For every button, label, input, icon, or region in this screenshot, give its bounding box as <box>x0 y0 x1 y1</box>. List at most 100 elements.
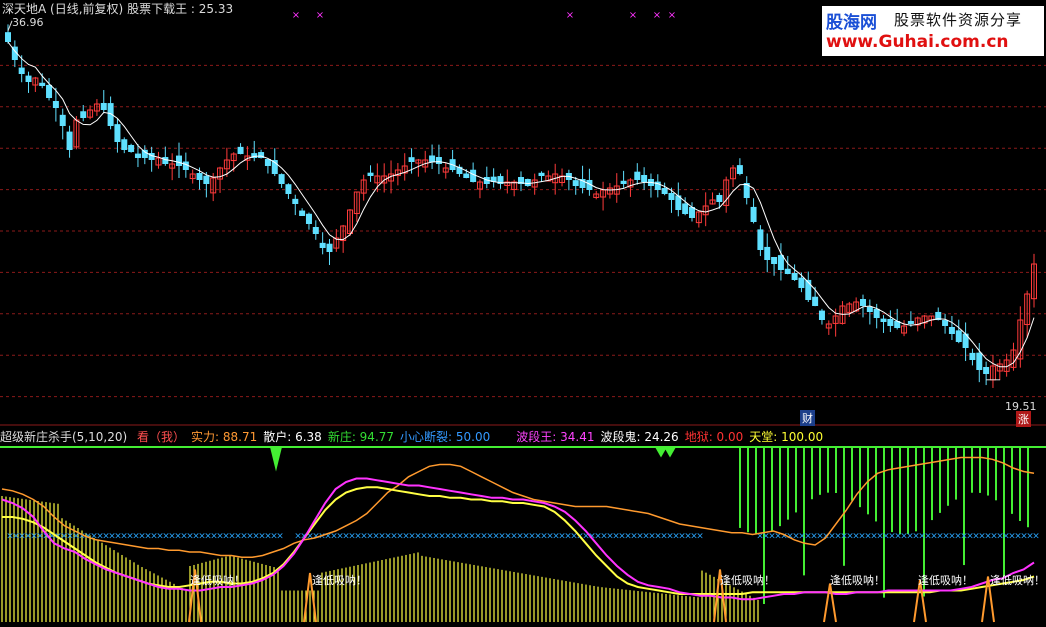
candle <box>989 354 996 388</box>
candle <box>360 174 367 201</box>
candle-body <box>5 32 11 42</box>
candle <box>476 179 483 199</box>
candle-body <box>367 172 374 176</box>
top-x-marker: × <box>629 10 637 21</box>
candle <box>764 233 771 273</box>
candle-body <box>757 229 764 250</box>
signal-label: 逢低吸呐！ <box>830 574 885 587</box>
stock-name: 深天地A <box>2 2 47 16</box>
top-x-marker: × <box>316 10 324 21</box>
candle <box>374 163 381 193</box>
candle-body <box>196 173 203 180</box>
candle-body <box>326 243 333 252</box>
candle-body <box>983 367 990 374</box>
finance-badge[interactable]: 财 <box>800 410 815 426</box>
chart-canvas: × × × × × × ×××××××××××××××××××××××××××××××××… <box>0 10 1046 623</box>
signal-label: 逢低吸呐！ <box>312 574 367 587</box>
candle <box>59 108 66 140</box>
indicator-value-item: 散户: 6.38 <box>263 430 322 444</box>
candle-body <box>59 114 66 126</box>
candle <box>695 211 702 228</box>
signal-label: 逢低吸呐！ <box>990 574 1045 587</box>
candle-body <box>661 188 668 194</box>
candle <box>483 166 490 189</box>
indicator-value-item: 波段王: 34.41 <box>516 430 595 444</box>
indicator-value-item: 地狱: 0.00 <box>684 430 744 444</box>
candle <box>217 166 224 193</box>
rise-badge[interactable]: 涨 <box>1016 411 1031 427</box>
candle <box>846 301 853 318</box>
logo-tagline: 股票软件资源分享 <box>894 11 1023 29</box>
candle <box>647 173 654 198</box>
grid <box>0 64 1046 398</box>
candle-body <box>46 84 53 98</box>
signal-label: 逢低吸呐！ <box>720 574 775 587</box>
candle <box>675 182 682 217</box>
signal-label: 逢低吸呐！ <box>190 574 245 587</box>
candle <box>818 308 825 325</box>
candle-body <box>39 82 46 86</box>
indicator-value-item: 波段鬼: 24.26 <box>600 430 679 444</box>
candle-body <box>860 299 866 306</box>
candle-body <box>162 157 169 164</box>
indicator-value-item: 新庄: 94.77 <box>327 430 395 444</box>
logo-url: www.Guhai.com.cn <box>826 32 1009 52</box>
candle <box>996 359 1003 380</box>
candle <box>442 162 449 179</box>
candle-body <box>716 195 723 202</box>
candle <box>955 319 962 344</box>
candle <box>305 212 312 230</box>
banker-spike <box>270 447 282 472</box>
candle <box>292 194 299 216</box>
candle <box>948 315 955 341</box>
candle <box>128 143 135 153</box>
candle <box>285 183 292 199</box>
top-x-marker: × <box>653 10 661 21</box>
top-x-marker: × <box>668 10 676 21</box>
candle <box>880 315 887 333</box>
candle <box>25 71 32 93</box>
candle-body <box>80 111 87 118</box>
candle <box>511 179 518 197</box>
period-label: (日线,前复权) <box>50 2 124 16</box>
candle <box>969 348 976 366</box>
candle <box>702 192 709 227</box>
candle-body <box>682 203 689 214</box>
candle-body <box>668 193 675 200</box>
candle <box>189 169 196 184</box>
candle <box>169 153 176 181</box>
candle <box>730 164 737 187</box>
indicator-value: : 25.33 <box>190 2 234 16</box>
candle-body <box>305 213 312 224</box>
candle-body <box>736 165 743 174</box>
candle-body <box>955 330 962 342</box>
indicator-value-item: 天堂: 100.00 <box>749 430 824 444</box>
candle-body <box>121 139 128 150</box>
candle-body <box>524 179 531 186</box>
candle-body <box>18 67 25 74</box>
candle <box>716 192 723 209</box>
candle <box>470 162 477 183</box>
indicator-value-item: 小心断裂: 50.00 <box>400 430 491 444</box>
banker-spike <box>664 447 676 458</box>
candle <box>87 105 94 120</box>
candle <box>312 220 319 240</box>
indicator-panel: ××××××××××××××××××××××××××××××××××××××××… <box>0 446 1046 623</box>
candle <box>121 137 128 154</box>
candle-body <box>866 306 873 312</box>
candle-body <box>25 75 32 82</box>
candle-body <box>620 180 627 184</box>
logo-brand: 股海网 <box>826 13 877 33</box>
candle <box>162 146 169 166</box>
candle <box>422 150 429 173</box>
candle-body <box>312 227 319 234</box>
candle <box>435 144 442 175</box>
candle <box>155 151 162 169</box>
candle-body <box>907 320 914 324</box>
candle-body <box>791 273 798 280</box>
candle <box>415 158 422 177</box>
candle <box>251 140 258 162</box>
candle <box>709 192 716 205</box>
candle <box>401 153 408 181</box>
candle-body <box>873 308 880 318</box>
